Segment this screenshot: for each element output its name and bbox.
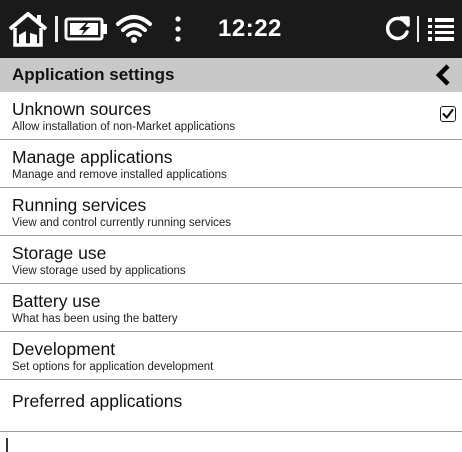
status-divider	[417, 16, 419, 42]
setting-title: Storage use	[12, 243, 107, 263]
section-header: Application settings	[0, 58, 462, 92]
setting-title: Manage applications	[12, 147, 173, 167]
setting-title: Battery use	[12, 291, 101, 311]
setting-subtitle: View and control currently running servi…	[12, 217, 232, 229]
more-vertical-icon[interactable]	[174, 0, 182, 58]
setting-title: Unknown sources	[12, 99, 152, 119]
setting-subtitle: Set options for application development	[12, 361, 214, 373]
setting-subtitle: View storage used by applications	[12, 265, 186, 277]
list-menu-icon[interactable]	[426, 0, 456, 58]
scroll-edge-mark	[6, 438, 8, 452]
page-title: Application settings	[12, 65, 175, 84]
chevron-left-icon[interactable]	[432, 63, 456, 87]
check-icon	[442, 108, 454, 119]
setting-title: Running services	[12, 195, 147, 215]
setting-subtitle: Manage and remove installed applications	[12, 169, 227, 181]
setting-preferred-applications[interactable]: Preferred applications	[0, 380, 462, 432]
status-bar: 12:22	[0, 0, 462, 58]
setting-title: Development	[12, 339, 116, 359]
settings-list: Unknown sources Allow installation of no…	[0, 92, 462, 452]
setting-storage-use[interactable]: Storage use View storage used by applica…	[0, 236, 462, 284]
unknown-sources-checkbox[interactable]	[440, 106, 456, 122]
clock: 12:22	[218, 15, 282, 42]
setting-title: Preferred applications	[12, 391, 183, 411]
refresh-icon[interactable]	[382, 0, 412, 58]
wifi-icon	[116, 0, 152, 58]
setting-subtitle: Allow installation of non-Market applica…	[12, 121, 236, 133]
setting-manage-applications[interactable]: Manage applications Manage and remove in…	[0, 140, 462, 188]
setting-subtitle: What has been using the battery	[12, 313, 178, 325]
setting-unknown-sources[interactable]: Unknown sources Allow installation of no…	[0, 92, 462, 140]
status-divider	[55, 16, 58, 42]
battery-charging-icon	[64, 0, 110, 58]
home-icon[interactable]	[6, 0, 50, 58]
setting-battery-use[interactable]: Battery use What has been using the batt…	[0, 284, 462, 332]
setting-development[interactable]: Development Set options for application …	[0, 332, 462, 380]
setting-running-services[interactable]: Running services View and control curren…	[0, 188, 462, 236]
